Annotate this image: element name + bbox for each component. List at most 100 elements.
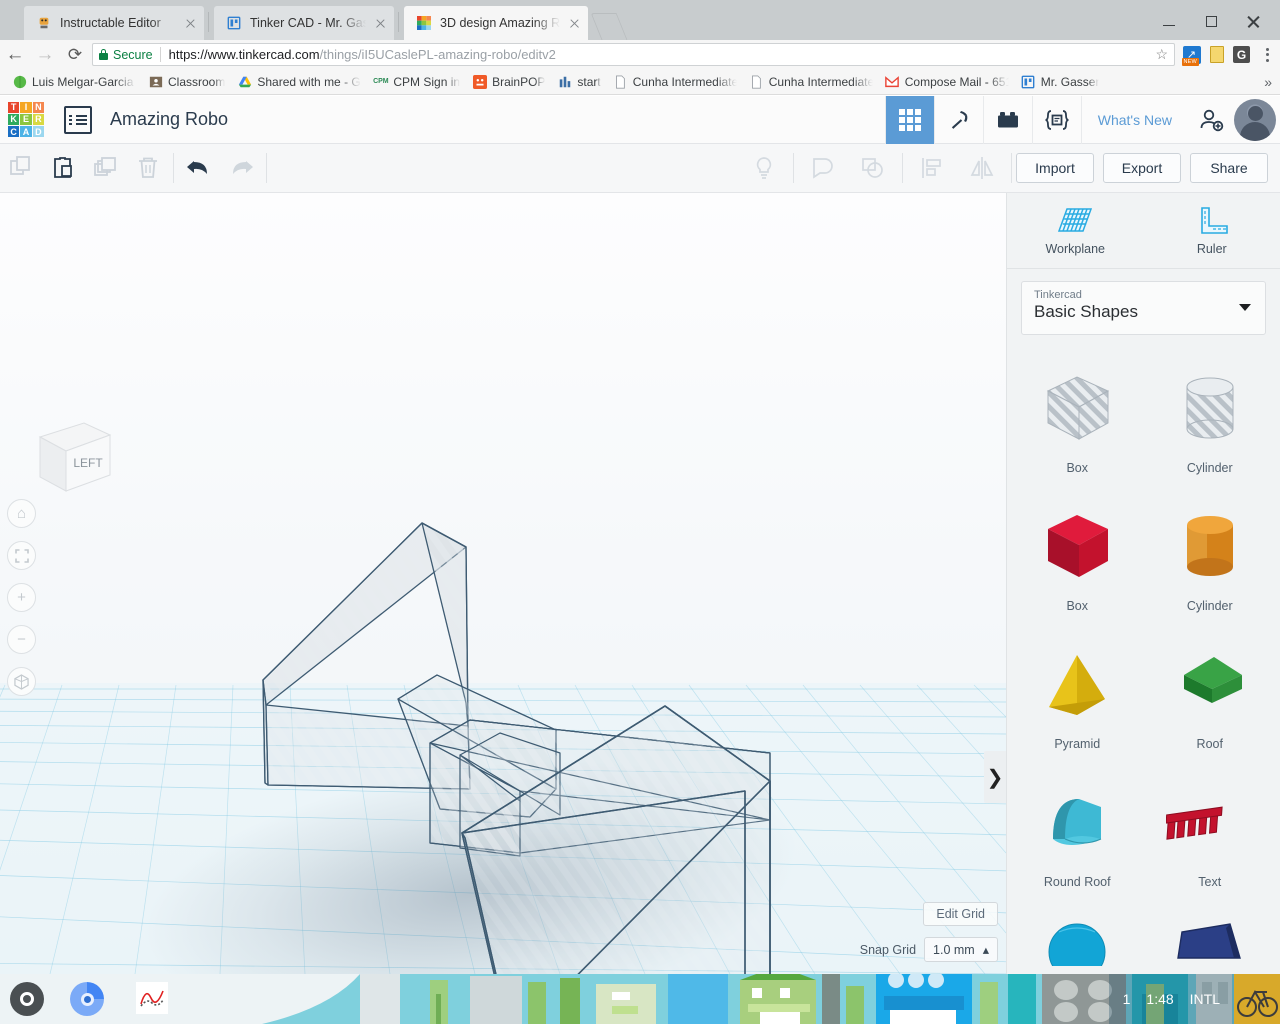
forward-button[interactable]: → — [30, 40, 60, 69]
pickaxe-minecraft-icon[interactable] — [933, 95, 983, 144]
gmail-icon — [885, 74, 900, 89]
doc-icon — [749, 74, 764, 89]
browser-tab-1[interactable]: Instructable Editor — [24, 6, 204, 40]
shapes-grid-icon[interactable] — [884, 95, 934, 144]
shape-item-round-roof[interactable]: Round Roof — [1011, 763, 1144, 901]
reload-button[interactable]: ⟳ — [60, 40, 90, 69]
align-button[interactable] — [907, 144, 957, 193]
browser-tab-3[interactable]: 3D design Amazing Robo — [404, 6, 588, 40]
bookmark-item[interactable]: Cunha Intermediate S — [607, 72, 743, 92]
cpm-icon: CPM — [373, 78, 389, 85]
shape-item-text[interactable]: Text — [1144, 763, 1277, 901]
delete-button[interactable] — [127, 144, 169, 193]
bookmark-item[interactable]: Compose Mail - 6512 — [879, 72, 1015, 92]
snap-grid-select[interactable]: 1.0 mm ▴ — [924, 937, 998, 962]
light-bulb-button[interactable] — [739, 144, 789, 193]
codeblocks-icon[interactable] — [1031, 95, 1081, 144]
close-icon[interactable] — [566, 15, 582, 31]
shape-item-box-solid[interactable]: Box — [1011, 487, 1144, 625]
launcher-button[interactable] — [10, 982, 44, 1016]
minimize-button[interactable] — [1148, 8, 1190, 34]
undo-button[interactable] — [178, 144, 220, 193]
bookmark-star-icon[interactable]: ☆ — [1155, 46, 1168, 63]
bookmark-item[interactable]: Luis Melgar-Garcia P — [6, 72, 142, 92]
panel-collapse-button[interactable]: ❯ — [984, 751, 1006, 803]
library-select[interactable]: Tinkercad Basic Shapes — [1021, 281, 1266, 335]
shape-item-wedge[interactable] — [1144, 901, 1277, 971]
address-bar[interactable]: Secure https://www.tinkercad.com/things/… — [92, 43, 1175, 66]
avatar[interactable] — [1234, 98, 1276, 141]
taskbar-chrome-icon[interactable] — [70, 982, 104, 1016]
screenshot-extension-icon[interactable]: ↗ NEW — [1179, 40, 1204, 69]
chrome-menu-button[interactable] — [1254, 40, 1280, 69]
clock: 1:48 — [1146, 991, 1174, 1007]
ortho-perspective-toggle[interactable] — [7, 667, 36, 696]
bookmark-item[interactable]: Classroom — [142, 72, 231, 92]
ruler-tool[interactable]: Ruler — [1144, 193, 1280, 268]
project-actions: Import Export Share — [1016, 153, 1280, 183]
export-button[interactable]: Export — [1103, 153, 1181, 183]
notepad-extension-icon[interactable] — [1204, 40, 1229, 69]
taskbar-graph-app-icon[interactable] — [136, 982, 168, 1014]
share-button[interactable]: Share — [1190, 153, 1268, 183]
bookmark-item[interactable]: Mr. Gasser — [1015, 72, 1106, 92]
browser-tab-2[interactable]: Tinker CAD - Mr. Gasser — [214, 6, 394, 40]
edit-grid-button[interactable]: Edit Grid — [923, 902, 998, 926]
close-icon[interactable] — [182, 15, 198, 31]
new-tab-button[interactable] — [590, 13, 628, 40]
bookmark-item[interactable]: start — [551, 72, 606, 92]
paste-button[interactable] — [42, 144, 84, 193]
sphere-icon — [1029, 902, 1125, 966]
edit-toolbar: Import Export Share — [0, 144, 1280, 193]
design-viewport[interactable]: LEFT ⌂ + − ❯ Edit Grid Snap Grid 1.0 mm … — [0, 193, 1006, 974]
snap-grid-value: 1.0 mm — [933, 942, 975, 957]
view-cube[interactable]: LEFT — [22, 415, 114, 499]
lock-icon — [99, 49, 108, 60]
zoom-out-button[interactable]: − — [7, 625, 36, 654]
bookmark-item[interactable]: BrainPOP — [466, 72, 551, 92]
copy-button[interactable] — [0, 144, 42, 193]
system-taskbar: 1 1:48 INTL — [0, 974, 1280, 1024]
back-button[interactable]: ← — [0, 40, 30, 69]
browser-toolbar: ← → ⟳ Secure https://www.tinkercad.com/t… — [0, 40, 1280, 69]
duplicate-button[interactable] — [84, 144, 126, 193]
solid-box-icon — [1029, 499, 1125, 595]
shape-label: Text — [1198, 875, 1222, 889]
add-person-icon[interactable] — [1188, 96, 1234, 144]
url-domain: https://www.tinkercad.com — [168, 47, 320, 62]
project-menu-button[interactable] — [64, 105, 92, 134]
shape-label: Roof — [1196, 737, 1223, 751]
ungroup-button[interactable] — [848, 144, 898, 193]
bookmark-label: Luis Melgar-Garcia P — [32, 74, 136, 89]
maximize-button[interactable] — [1190, 8, 1232, 34]
import-button[interactable]: Import — [1016, 153, 1094, 183]
shape-item-box-hole[interactable]: Box — [1011, 349, 1144, 487]
bookmarks-overflow-button[interactable]: » — [1264, 74, 1272, 90]
mirror-button[interactable] — [957, 144, 1007, 193]
shape-item-roof[interactable]: Roof — [1144, 625, 1277, 763]
lego-brick-icon[interactable] — [982, 95, 1032, 144]
redo-button[interactable] — [220, 144, 262, 193]
bookmark-label: Classroom — [168, 74, 226, 89]
group-button[interactable] — [798, 144, 848, 193]
whats-new-link[interactable]: What's New — [1080, 95, 1188, 144]
shape-item-cylinder-hole[interactable]: Cylinder — [1144, 349, 1277, 487]
shape-label: Pyramid — [1054, 737, 1101, 751]
system-tray[interactable]: 1 1:48 INTL — [1108, 974, 1234, 1024]
shape-item-pyramid[interactable]: Pyramid — [1011, 625, 1144, 763]
tinkercad-logo[interactable]: TIN KER CAD — [8, 101, 44, 138]
bookmark-item[interactable]: Shared with me - Goo — [231, 72, 367, 92]
close-window-button[interactable] — [1232, 8, 1274, 34]
bookmark-item[interactable]: CPM CPM Sign in — [367, 72, 466, 92]
green-circle-icon — [12, 74, 27, 89]
close-icon[interactable] — [372, 15, 388, 31]
drive-icon — [237, 74, 252, 89]
grammarly-extension-icon[interactable]: G — [1229, 40, 1254, 69]
shape-item-sphere[interactable] — [1011, 901, 1144, 971]
home-view-button[interactable]: ⌂ — [7, 499, 36, 528]
shape-item-cylinder-solid[interactable]: Cylinder — [1144, 487, 1277, 625]
bookmark-item[interactable]: Cunha Intermediate S — [743, 72, 879, 92]
fit-to-view-button[interactable] — [7, 541, 36, 570]
workplane-tool[interactable]: Workplane — [1007, 193, 1144, 268]
zoom-in-button[interactable]: + — [7, 583, 36, 612]
